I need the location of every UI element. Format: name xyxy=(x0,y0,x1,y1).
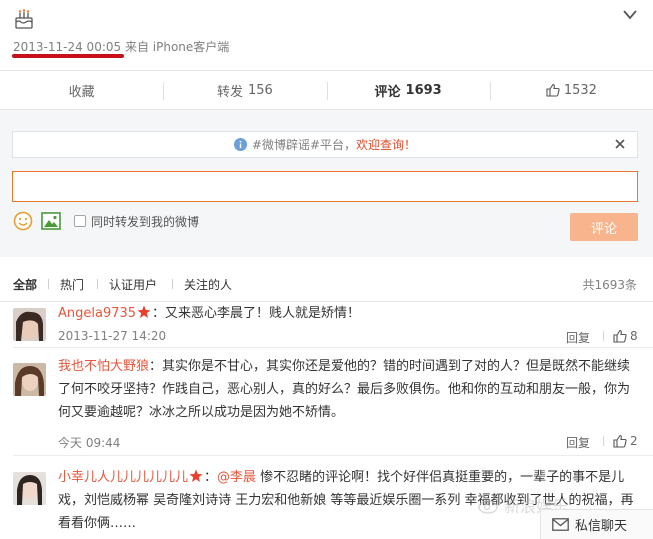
comment-divider xyxy=(13,347,653,348)
filter-hot[interactable]: 热门 xyxy=(60,276,84,293)
comment-divider xyxy=(13,455,653,456)
repost-label: 转发 xyxy=(216,84,243,100)
close-icon[interactable] xyxy=(613,137,627,151)
comment-label: 评论 xyxy=(374,84,401,100)
favorite-label: 收藏 xyxy=(68,84,95,100)
star-badge-icon xyxy=(189,469,203,482)
post-meta: 2013-11-24 00:05 来自 iPhone客户端 xyxy=(0,0,653,68)
info-icon xyxy=(233,138,247,151)
comment-compose-panel: #微博辟谣#平台， 欢迎查询！ 同时转发到我的微博 评论 xyxy=(0,110,653,257)
filter-following[interactable]: 关注的人 xyxy=(184,276,232,293)
comment-like-count: 8 xyxy=(630,329,638,343)
post-timestamp-source: 2013-11-24 00:05 来自 iPhone客户端 xyxy=(13,40,230,54)
comment-like-button[interactable]: 8 xyxy=(613,329,638,343)
comment-like-count: 2 xyxy=(630,434,638,448)
comment-time: 今天 09:44 xyxy=(58,436,121,450)
emoji-icon[interactable] xyxy=(13,211,33,231)
comment-username[interactable]: 小幸儿人儿儿儿儿儿儿 xyxy=(58,470,188,485)
notice-link[interactable]: 欢迎查询！ xyxy=(356,136,416,153)
comment-like-button[interactable]: 2 xyxy=(613,434,638,448)
filter-verified[interactable]: 认证用户 xyxy=(109,276,157,293)
thumbs-up-icon xyxy=(613,434,627,448)
red-underline-annotation xyxy=(12,54,124,58)
reply-button[interactable]: 回复 xyxy=(566,329,590,346)
avatar[interactable] xyxy=(13,308,46,341)
mention-link[interactable]: @李晨 xyxy=(217,470,256,485)
comment-username[interactable]: 我也不怕大野狼 xyxy=(58,359,149,374)
repost-checkbox[interactable] xyxy=(74,215,86,227)
comment-item: 我也不怕大野狼：其实你是不甘心，其实你还是爱他的？错的时间遇到了对的人？但是既然… xyxy=(0,355,653,456)
rumor-notice-banner: #微博辟谣#平台， 欢迎查询！ xyxy=(12,131,638,158)
comment-username[interactable]: Angela9735 xyxy=(58,306,136,321)
chevron-down-icon[interactable] xyxy=(622,8,638,22)
avatar[interactable] xyxy=(13,363,46,396)
weibo-logo-icon xyxy=(478,497,499,514)
favorite-button[interactable]: 收藏 xyxy=(0,71,163,109)
comment-time: 2013-11-27 14:20 xyxy=(58,329,167,343)
post-action-bar: 收藏 转发 156 评论 1693 1532 xyxy=(0,70,653,110)
notice-text: #微博辟谣#平台， xyxy=(251,138,357,152)
private-message-label: 私信聊天 xyxy=(575,519,628,534)
comment-total: 共1693条 xyxy=(582,278,637,292)
comment-tab[interactable]: 评论 1693 xyxy=(326,71,490,109)
avatar[interactable] xyxy=(13,472,46,505)
filter-divider xyxy=(172,279,173,289)
submit-comment-button[interactable]: 评论 xyxy=(570,213,638,241)
action-divider xyxy=(603,331,604,341)
like-count: 1532 xyxy=(563,82,597,98)
birthday-cake-icon xyxy=(15,9,33,29)
envelope-icon xyxy=(552,518,569,531)
image-icon[interactable] xyxy=(41,212,61,230)
comment-input[interactable] xyxy=(12,171,638,202)
filter-divider xyxy=(97,279,98,289)
comment-count: 1693 xyxy=(405,82,442,98)
repost-button[interactable]: 转发 156 xyxy=(163,71,326,109)
comment-item: Angela9735 ：又来恶心李晨了！贱人就是矫情！ 2013-11-27 14… xyxy=(0,302,653,348)
comment-text: 我也不怕大野狼：其实你是不甘心，其实你还是爱他的？错的时间遇到了对的人？但是既然… xyxy=(58,355,640,424)
filter-all[interactable]: 全部 xyxy=(13,276,37,293)
repost-count: 156 xyxy=(247,82,273,98)
thumbs-up-icon xyxy=(613,329,627,343)
filter-divider xyxy=(48,279,49,289)
private-message-button[interactable]: 私信聊天 xyxy=(540,509,653,539)
comment-filters: 全部 热门 认证用户 关注的人 共1693条 xyxy=(0,262,653,302)
reply-button[interactable]: 回复 xyxy=(566,434,590,451)
comment-text: Angela9735 ：又来恶心李晨了！贱人就是矫情！ xyxy=(58,302,640,325)
action-divider xyxy=(603,436,604,446)
repost-checkbox-label: 同时转发到我的微博 xyxy=(91,215,200,229)
thumbs-up-icon xyxy=(546,83,560,97)
like-button[interactable]: 1532 xyxy=(489,71,653,109)
comment-content: ：又来恶心李晨了！贱人就是矫情！ xyxy=(152,306,361,321)
star-badge-icon xyxy=(137,305,151,318)
